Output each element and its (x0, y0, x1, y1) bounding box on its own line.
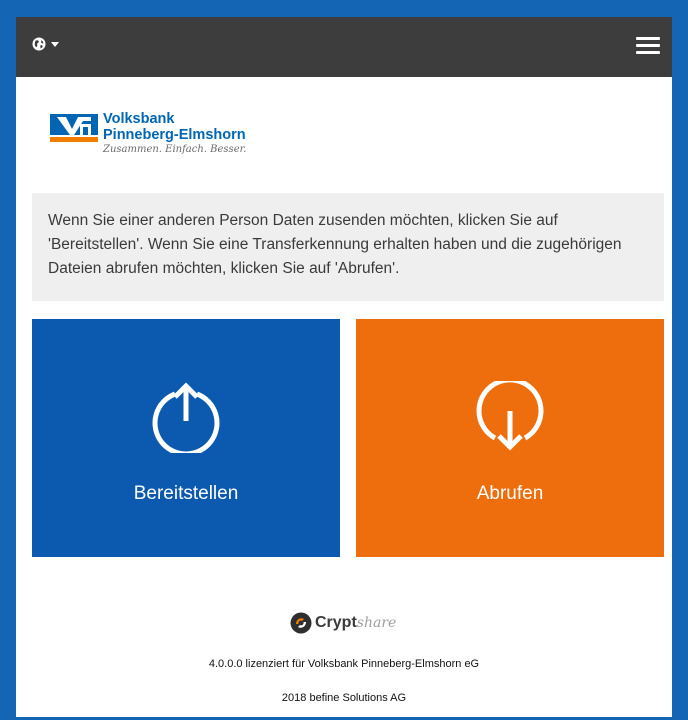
cryptshare-brand: Crypt (315, 614, 357, 631)
app-frame: Volksbank Pinneberg-Elmshorn Zusammen. E… (16, 17, 672, 717)
caret-down-icon (51, 41, 59, 47)
bank-name-line1: Volksbank (103, 111, 175, 127)
bank-name-line2: Pinneberg-Elmshorn (103, 127, 246, 143)
fetch-label: Abrufen (476, 483, 544, 504)
top-navbar (16, 17, 672, 77)
download-arrow-icon (476, 381, 544, 451)
bank-logo: Volksbank Pinneberg-Elmshorn Zusammen. E… (50, 111, 246, 156)
volksbank-logo-icon (50, 114, 98, 142)
info-message: Wenn Sie einer anderen Person Daten zuse… (32, 193, 664, 301)
language-selector[interactable] (32, 37, 59, 51)
cryptshare-logo: Crypt share (290, 612, 396, 634)
fetch-button[interactable]: Abrufen (356, 319, 664, 557)
provide-button[interactable]: Bereitstellen (32, 319, 340, 557)
bank-slogan: Zusammen. Einfach. Besser. (103, 144, 247, 155)
cryptshare-swirl-icon (290, 612, 312, 634)
license-text: 4.0.0.0 lizenziert für Volksbank Pinnebe… (208, 658, 480, 670)
cryptshare-brand-suffix: share (356, 615, 397, 631)
upload-arrow-icon (152, 382, 220, 453)
globe-icon (32, 37, 46, 51)
provide-label: Bereitstellen (133, 483, 239, 504)
copyright-text: 2018 befine Solutions AG (281, 692, 407, 704)
hamburger-menu-icon[interactable] (634, 34, 662, 58)
